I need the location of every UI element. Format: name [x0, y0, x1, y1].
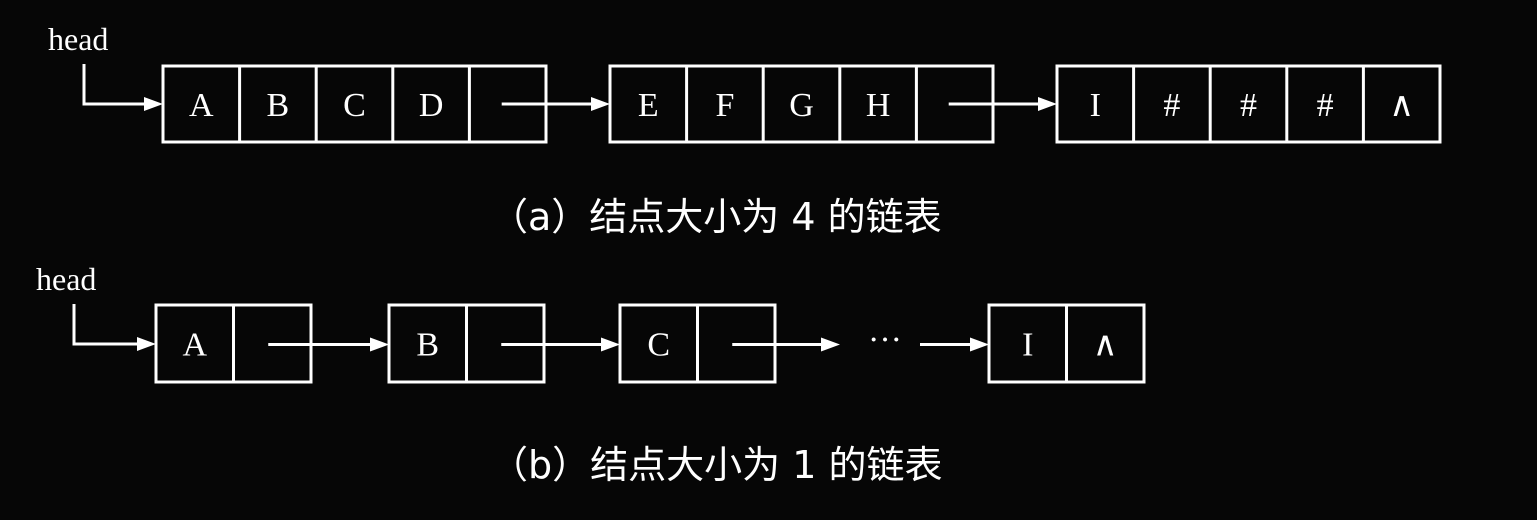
node-cell-value: #	[1163, 87, 1180, 124]
diagram-b: head A B C I ∧··· （b）结点大小为 1 的链表	[36, 261, 1146, 487]
node-cell-value: A	[189, 87, 214, 124]
node-cell-value: #	[1317, 87, 1334, 124]
next-pointer-arrow	[501, 337, 620, 352]
node-cell-value: D	[419, 87, 444, 124]
next-pointer-arrow	[948, 97, 1057, 111]
node-cell-value: E	[638, 87, 659, 124]
node-cell-value: I	[1022, 327, 1033, 364]
caption-b: （b）结点大小为 1 的链表	[490, 443, 942, 487]
next-pointer-arrow	[732, 337, 840, 352]
node-list-a: A B C D E F G H I # # # ∧	[161, 64, 1442, 144]
diagram-a: head A B C D E F G H I # # # ∧ （a）结点大小为 4 的链表	[48, 21, 1442, 239]
list-node: I ∧	[987, 303, 1146, 384]
linked-list-diagram: head A B C D E F G H I # # # ∧ （a）结点大小为 4 的链表 head A…	[36, 21, 1442, 487]
node-cell-value: B	[267, 87, 290, 124]
node-cell-value: C	[343, 87, 366, 124]
ellipsis: ···	[868, 322, 902, 359]
head-label-b: head	[36, 261, 96, 297]
node-cell-value: I	[1090, 87, 1101, 124]
node-cell-value: H	[866, 87, 891, 124]
list-node: I # # # ∧	[1055, 64, 1442, 144]
node-cell-value: #	[1240, 87, 1257, 124]
node-cell-value: A	[182, 327, 207, 364]
head-pointer-a	[82, 64, 163, 111]
head-label-a: head	[48, 21, 108, 57]
caption-a: （a）结点大小为 4 的链表	[490, 195, 942, 239]
node-cell-value: G	[789, 87, 814, 124]
node-cell-value: ∧	[1093, 327, 1118, 364]
list-node: E F G H	[608, 64, 995, 144]
next-pointer-arrow	[501, 97, 610, 111]
next-pointer-arrow	[920, 337, 989, 352]
node-cell-value: F	[715, 87, 734, 124]
list-node: A B C D	[161, 64, 548, 144]
head-pointer-b	[72, 304, 156, 351]
node-list-b: A B C I ∧···	[154, 303, 1146, 384]
node-cell-value: C	[647, 327, 670, 364]
node-cell-value: B	[416, 327, 439, 364]
node-cell-value: ∧	[1389, 87, 1414, 124]
next-pointer-arrow	[268, 337, 389, 352]
